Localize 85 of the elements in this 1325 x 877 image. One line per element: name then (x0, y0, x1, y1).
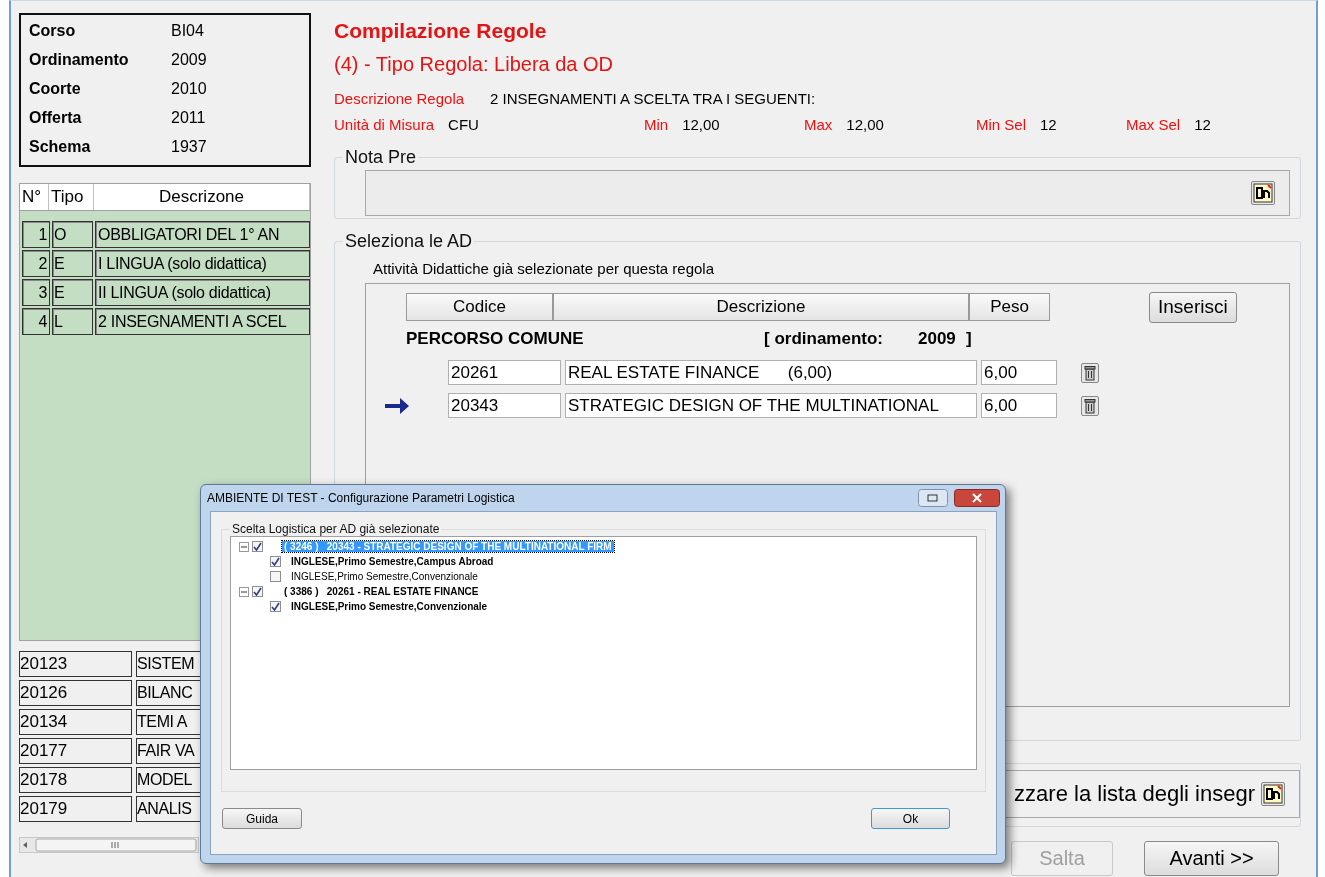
ok-button[interactable]: Ok (871, 808, 950, 829)
tree-item[interactable]: ( 3386 ) 20261 - REAL ESTATE FINANCE (282, 586, 481, 597)
table-cell: 20126 (19, 680, 132, 706)
table-cell: E (52, 279, 93, 306)
field-value: 12,00 (682, 115, 720, 133)
table-cell: 2 (22, 250, 50, 277)
info-value: 2010 (171, 80, 207, 98)
edit-note-icon[interactable] (1251, 181, 1275, 205)
dialog-title: AMBIENTE DI TEST - Configurazione Parametri Logistica (207, 491, 516, 505)
group-title: Nota Pre (344, 147, 418, 168)
checkbox[interactable] (270, 556, 281, 567)
tree-item[interactable]: INGLESE,Primo Semestre,Campus Abroad (291, 556, 494, 567)
field-label: Descrizione Regola (334, 89, 465, 107)
tree-item[interactable]: INGLESE,Primo Semestre,Convenzionale (291, 601, 488, 612)
restore-icon[interactable] (918, 489, 948, 507)
horizontal-scrollbar[interactable] (19, 837, 199, 853)
note-field[interactable] (365, 170, 1290, 216)
column-header[interactable]: Codice (406, 293, 553, 321)
section-caption: Attività Didattiche già selezionate per questa regola (373, 260, 716, 277)
column-header[interactable]: Descrizone (94, 184, 310, 210)
field-value: 12 (1040, 115, 1057, 133)
table-cell: 20178 (19, 767, 132, 793)
bracket-text: ] (966, 329, 972, 349)
nav-button[interactable]: Avanti >> (1144, 841, 1279, 876)
insert-button[interactable]: Inserisci (1149, 291, 1237, 323)
help-button[interactable]: Guida (222, 808, 302, 829)
info-value: 2009 (171, 51, 207, 69)
table-cell: 20179 (19, 796, 132, 822)
info-value: 1937 (171, 138, 207, 156)
field-label: Max Sel (1126, 115, 1181, 133)
weight-field[interactable]: 6,00 (981, 360, 1057, 385)
field-value: CFU (448, 115, 479, 133)
field-label: Min (644, 115, 669, 133)
info-label: Ordinamento (29, 51, 130, 69)
code-field[interactable]: 20343 (448, 393, 561, 418)
table-cell: 20134 (19, 709, 132, 735)
description-field[interactable]: STRATEGIC DESIGN OF THE MULTINATIONAL (565, 393, 977, 418)
ordinamento-label: [ ordinamento: (764, 329, 884, 349)
field-value: 12 (1194, 115, 1211, 133)
rule-type-title: (4) - Tipo Regola: Libera da OD (334, 53, 615, 77)
close-icon[interactable] (954, 489, 1000, 507)
info-label: Schema (29, 138, 92, 156)
table-cell: O (52, 221, 93, 248)
info-value: 2011 (171, 109, 206, 127)
page-title: Compilazione Regole (334, 19, 548, 44)
table-cell: L (52, 308, 93, 335)
description-field[interactable]: REAL ESTATE FINANCE (6,00) (565, 360, 977, 385)
column-header[interactable]: Tipo (49, 184, 94, 210)
code-field[interactable]: 20261 (448, 360, 561, 385)
tree-item[interactable]: INGLESE,Primo Semestre,Convenzionale (291, 571, 478, 582)
field-label: Unità di Misura (334, 115, 435, 133)
info-label: Coorte (29, 80, 82, 98)
table-cell: 2 INSEGNAMENTI A SCEL (95, 308, 310, 335)
group-title: Scelta Logistica per AD già selezionate (231, 522, 441, 536)
checkbox[interactable] (252, 541, 263, 552)
checkbox[interactable] (270, 571, 281, 582)
list-note-text: zzare la lista degli insegr (1014, 781, 1255, 807)
table-cell: 3 (22, 279, 50, 306)
column-header[interactable]: N° (20, 184, 49, 210)
table-cell: 20123 (19, 651, 132, 677)
table-cell: II LINGUA (solo didattica) (95, 279, 310, 306)
info-value: BI04 (171, 22, 204, 40)
table-cell: E (52, 250, 93, 277)
field-label: Min Sel (976, 115, 1027, 133)
field-label: Max (804, 115, 833, 133)
table-cell: 4 (22, 308, 50, 335)
table-cell: 20177 (19, 738, 132, 764)
table-cell: 1 (22, 221, 50, 248)
section-title: PERCORSO COMUNE (406, 329, 585, 349)
table-cell: OBBLIGATORI DEL 1° AN (95, 221, 310, 248)
ordinamento-value: 2009 (918, 329, 957, 349)
weight-field[interactable]: 6,00 (981, 393, 1057, 418)
trash-icon[interactable] (1081, 395, 1099, 416)
info-label: Offerta (29, 109, 83, 127)
column-header[interactable]: Descrizione (553, 293, 969, 321)
column-header[interactable]: Peso (969, 293, 1050, 321)
info-label: Corso (29, 22, 77, 40)
checkbox[interactable] (252, 586, 263, 597)
field-value: 2 INSEGNAMENTI A SCELTA TRA I SEGUENTI: (490, 89, 816, 107)
field-value: 12,00 (846, 115, 884, 133)
checkbox[interactable] (270, 601, 281, 612)
edit-note-icon[interactable] (1261, 782, 1285, 806)
group-title: Seleziona le AD (344, 231, 474, 252)
table-cell: I LINGUA (solo didattica) (95, 250, 310, 277)
trash-icon[interactable] (1081, 362, 1099, 383)
